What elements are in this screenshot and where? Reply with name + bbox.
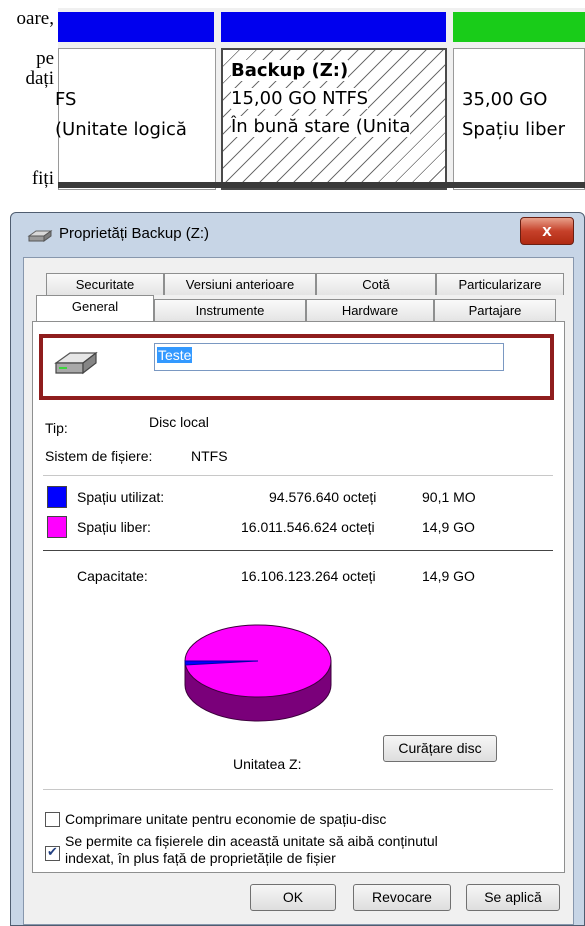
separator <box>43 550 553 551</box>
tab-cota[interactable]: Cotă <box>316 273 436 295</box>
tab-securitate[interactable]: Securitate <box>46 273 164 295</box>
compress-checkbox[interactable] <box>45 812 60 827</box>
free-space-bytes: 16.011.546.624 octeți <box>241 519 375 535</box>
capacity-label: Capacitate: <box>77 568 148 584</box>
dialog-client-area: Securitate Versiuni anterioare Cotă Part… <box>23 257 574 925</box>
index-checkbox[interactable] <box>45 844 60 861</box>
used-space-bytes: 94.576.640 octeți <box>269 489 377 505</box>
cancel-button[interactable]: Revocare <box>353 884 451 911</box>
general-tab-panel: Teste Tip: Disc local Sistem de fișiere:… <box>32 321 565 873</box>
volume-name-value: Teste <box>157 347 193 363</box>
type-value: Disc local <box>149 414 209 430</box>
partition-status: În bună stare (Unita <box>231 116 411 137</box>
doc-word: pe <box>36 48 54 69</box>
document-text-fragment: oare, pe dați fiți <box>0 0 58 200</box>
strip-bottom-border <box>58 182 585 188</box>
separator <box>43 475 553 476</box>
tab-versiuni-anterioare[interactable]: Versiuni anterioare <box>164 273 316 295</box>
close-icon: x <box>542 221 552 240</box>
filesystem-value: NTFS <box>191 448 228 464</box>
disk-cleanup-button[interactable]: Curățare disc <box>383 735 497 762</box>
tab-partajare[interactable]: Partajare <box>434 299 556 321</box>
apply-button[interactable]: Se aplică <box>466 884 560 911</box>
partition-tile-unallocated[interactable]: 35,00 GO Spațiu liber <box>453 48 585 190</box>
partition-size: 15,00 GO NTFS <box>231 88 369 109</box>
partition-tile-backup[interactable]: Backup (Z:) 15,00 GO NTFS În bună stare … <box>221 48 447 190</box>
tab-particularizare[interactable]: Particularizare <box>436 273 564 295</box>
dialog-title: Proprietăți Backup (Z:) <box>59 225 210 242</box>
tab-instrumente[interactable]: Instrumente <box>154 299 306 321</box>
index-label-line1: Se permite ca fișierele din această unit… <box>65 833 438 849</box>
doc-word: dați <box>25 68 55 89</box>
disk-usage-pie <box>184 624 332 722</box>
drive-label: Unitatea Z: <box>233 756 302 772</box>
properties-dialog: Proprietăți Backup (Z:) x Securitate Ver… <box>10 212 585 926</box>
partition-tile-logical[interactable]: FS (Unitate logică <box>55 48 216 190</box>
filesystem-label: Sistem de fișiere: <box>45 448 153 464</box>
partition-status: Spațiu liber <box>462 119 565 140</box>
ok-button[interactable]: OK <box>250 884 336 911</box>
partition-status: (Unitate logică <box>55 119 187 140</box>
volume-name-input[interactable]: Teste <box>154 343 504 371</box>
partition-size: 35,00 GO <box>462 89 548 110</box>
close-button[interactable]: x <box>520 217 574 245</box>
used-space-size: 90,1 MO <box>422 489 476 505</box>
free-space-size: 14,9 GO <box>422 519 475 535</box>
separator <box>43 789 553 790</box>
partition-bar-backup <box>221 12 446 42</box>
used-space-swatch <box>47 486 67 508</box>
disk-management-graphical-view: FS (Unitate logică Backup (Z:) 15,00 GO … <box>55 8 585 190</box>
capacity-size: 14,9 GO <box>422 568 475 584</box>
tab-general[interactable]: General <box>36 295 154 321</box>
partition-bar-primary <box>58 12 214 42</box>
partition-size: FS <box>55 89 77 110</box>
hard-drive-icon <box>54 351 98 375</box>
index-label-line2: indexat, în plus față de proprietățile d… <box>65 850 336 866</box>
dialog-titlebar[interactable]: Proprietăți Backup (Z:) x <box>11 213 584 257</box>
tab-hardware[interactable]: Hardware <box>306 299 434 321</box>
type-label: Tip: <box>45 420 68 436</box>
partition-name: Backup (Z:) <box>231 60 349 81</box>
compress-label: Comprimare unitate pentru economie de sp… <box>65 811 387 827</box>
free-space-label: Spațiu liber: <box>77 519 151 535</box>
drive-icon <box>27 230 53 242</box>
free-space-swatch <box>47 516 67 538</box>
doc-word: fiți <box>31 168 54 189</box>
capacity-bytes: 16.106.123.264 octeți <box>241 568 376 584</box>
partition-bar-free <box>453 12 585 42</box>
used-space-label: Spațiu utilizat: <box>77 489 165 505</box>
doc-word: oare, <box>16 8 54 29</box>
